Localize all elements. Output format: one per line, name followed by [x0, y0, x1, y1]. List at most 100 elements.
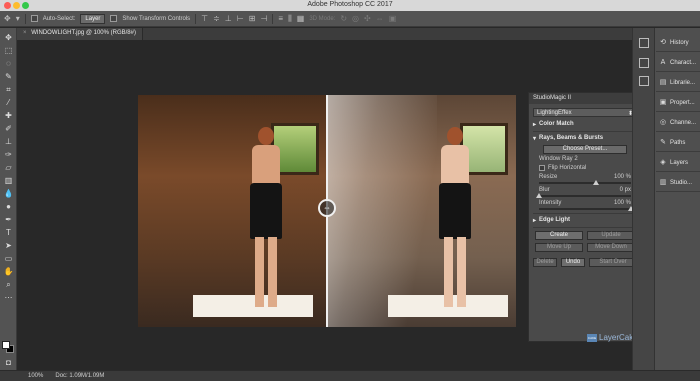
resize-slider[interactable] [539, 180, 631, 185]
resize-value[interactable]: 100 % [614, 174, 631, 180]
start-over-button[interactable]: Start Over [589, 258, 637, 267]
panel-tab-libraries[interactable]: ▤ Librarie... [656, 74, 700, 92]
move-up-button[interactable]: Move Up [535, 243, 583, 252]
healing-brush-tool-icon[interactable]: ✚ [3, 110, 14, 121]
quick-mask-icon[interactable]: ◘ [3, 357, 14, 368]
align-top-icon[interactable]: ⊤ [201, 14, 208, 23]
blur-slider[interactable] [536, 193, 631, 198]
panel-toggle-icon[interactable] [639, 58, 649, 68]
close-tab-icon[interactable]: × [23, 30, 27, 36]
3d-pan-icon[interactable]: ✣ [364, 14, 371, 23]
zoom-level[interactable]: 100% [28, 373, 43, 379]
align-bottom-icon[interactable]: ⊥ [225, 14, 232, 23]
pen-tool-icon[interactable]: ✒ [3, 214, 14, 225]
auto-select-label: Auto-Select: [42, 15, 76, 22]
zoom-tool-icon[interactable]: ⌕ [3, 279, 14, 290]
intensity-row: Intensity 100 % [539, 200, 631, 206]
panel-toggle-icon[interactable] [639, 76, 649, 86]
action-row-3: Delete Undo Start Over [533, 258, 637, 267]
clone-stamp-tool-icon[interactable]: ⊥ [3, 136, 14, 147]
resize-row: Resize 100 % [539, 174, 631, 180]
move-down-button[interactable]: Move Down [587, 243, 635, 252]
auto-align-icon[interactable]: ▦ [297, 14, 305, 23]
3d-slide-icon[interactable]: ⇔ [376, 14, 384, 23]
flip-horizontal-label: Flip Horizontal [548, 165, 587, 171]
panel-header: StudioMagic II ≡ [529, 93, 641, 104]
document-tab[interactable]: × WINDOWLIGHT.jpg @ 100% (RGB/8#) [17, 28, 143, 40]
document-info[interactable]: Doc: 1.09M/1.09M [55, 373, 104, 379]
update-button[interactable]: Update [587, 231, 635, 240]
marquee-tool-icon[interactable]: ⬚ [3, 45, 14, 56]
panel-tab-layers[interactable]: ◈ Layers [656, 154, 700, 172]
blur-row: Blur 0 px [539, 187, 631, 193]
3d-roll-icon[interactable]: ◎ [352, 14, 359, 23]
gradient-tool-icon[interactable]: ▥ [3, 175, 14, 186]
panel-tab-paths[interactable]: ✎ Paths [656, 134, 700, 152]
divider [24, 13, 26, 24]
type-tool-icon[interactable]: T [3, 227, 14, 238]
history-brush-tool-icon[interactable]: ✑ [3, 149, 14, 160]
document-tab-bar: × WINDOWLIGHT.jpg @ 100% (RGB/8#) [17, 28, 632, 40]
3d-rotate-icon[interactable]: ↻ [340, 14, 347, 23]
compare-handle-icon[interactable]: ⇔ [318, 199, 336, 217]
document-image[interactable]: ⇔ [138, 95, 516, 327]
align-middle-icon[interactable]: ≑ [213, 14, 220, 23]
divider [533, 131, 637, 132]
eraser-tool-icon[interactable]: ▱ [3, 162, 14, 173]
auto-select-dropdown[interactable]: Layer [80, 13, 106, 24]
blur-slider-thumb[interactable] [536, 193, 542, 198]
section-rays[interactable]: ▾ Rays, Beams & Bursts [533, 135, 637, 142]
divider [195, 13, 197, 24]
align-right-icon[interactable]: ⊣ [260, 14, 267, 23]
choose-preset-button[interactable]: Choose Preset... [543, 145, 627, 154]
preset-name: Window Ray 2 [539, 156, 578, 162]
brush-tool-icon[interactable]: ✐ [3, 123, 14, 134]
panel-tab-label: Layers [670, 159, 689, 166]
move-tool-icon[interactable]: ✥ [4, 14, 11, 23]
divider [533, 213, 637, 214]
color-swatches[interactable] [2, 341, 14, 353]
flip-horizontal-option[interactable]: Flip Horizontal [539, 165, 631, 171]
flip-horizontal-checkbox[interactable] [539, 165, 545, 171]
collapsed-icon-column [633, 28, 655, 370]
create-button[interactable]: Create [535, 231, 583, 240]
intensity-slider[interactable] [539, 206, 634, 211]
tool-preset-dropdown-icon[interactable]: ▾ [16, 14, 20, 23]
disclosure-arrow-icon: ▾ [533, 136, 537, 142]
quick-select-tool-icon[interactable]: ✎ [3, 71, 14, 82]
panel-toggle-icon[interactable] [639, 38, 649, 48]
title-bar: Adobe Photoshop CC 2017 [0, 0, 700, 11]
hand-tool-icon[interactable]: ✋ [3, 266, 14, 277]
panel-tab-studio[interactable]: ▥ Studio... [656, 174, 700, 192]
studiomagic-panel: StudioMagic II ≡ LightingEffex ⬍ ▸ Color… [528, 92, 642, 342]
section-color-match[interactable]: ▸ Color Match [533, 121, 637, 128]
edit-toolbar-icon[interactable]: ⋯ [3, 292, 14, 303]
distribute-icon[interactable]: ≡ [278, 14, 283, 23]
panel-tab-character[interactable]: A Charact... [656, 54, 700, 72]
divider [272, 13, 274, 24]
foreground-color-swatch[interactable] [2, 341, 10, 349]
blur-tool-icon[interactable]: 💧 [3, 188, 14, 199]
path-selection-tool-icon[interactable]: ➤ [3, 240, 14, 251]
3d-scale-icon[interactable]: ▣ [389, 14, 397, 23]
align-left-icon[interactable]: ⊢ [237, 14, 244, 23]
crop-tool-icon[interactable]: ⌗ [3, 84, 14, 95]
auto-select-checkbox[interactable] [30, 15, 38, 22]
panel-tab-history[interactable]: ⟲ History [656, 34, 700, 52]
dodge-tool-icon[interactable]: ● [3, 201, 14, 212]
distribute-horizontal-icon[interactable]: ⫼ [288, 14, 292, 24]
undo-button[interactable]: Undo [561, 258, 585, 267]
preset-dropdown[interactable]: LightingEffex ⬍ [533, 108, 637, 117]
eyedropper-tool-icon[interactable]: ⁄ [3, 97, 14, 108]
align-center-icon[interactable]: ⊞ [249, 14, 256, 23]
show-transform-checkbox[interactable] [110, 15, 118, 22]
blur-value[interactable]: 0 px [620, 187, 631, 193]
rectangle-tool-icon[interactable]: ▭ [3, 253, 14, 264]
section-edge-light[interactable]: ▸ Edge Light [533, 217, 637, 224]
lasso-tool-icon[interactable]: ◌ [3, 58, 14, 69]
delete-button[interactable]: Delete [533, 258, 557, 267]
resize-slider-thumb[interactable] [593, 180, 600, 185]
move-tool-icon[interactable]: ✥ [3, 32, 14, 43]
panel-tab-properties[interactable]: ▣ Propert... [656, 94, 700, 112]
panel-tab-channels[interactable]: ◎ Channe... [656, 114, 700, 132]
